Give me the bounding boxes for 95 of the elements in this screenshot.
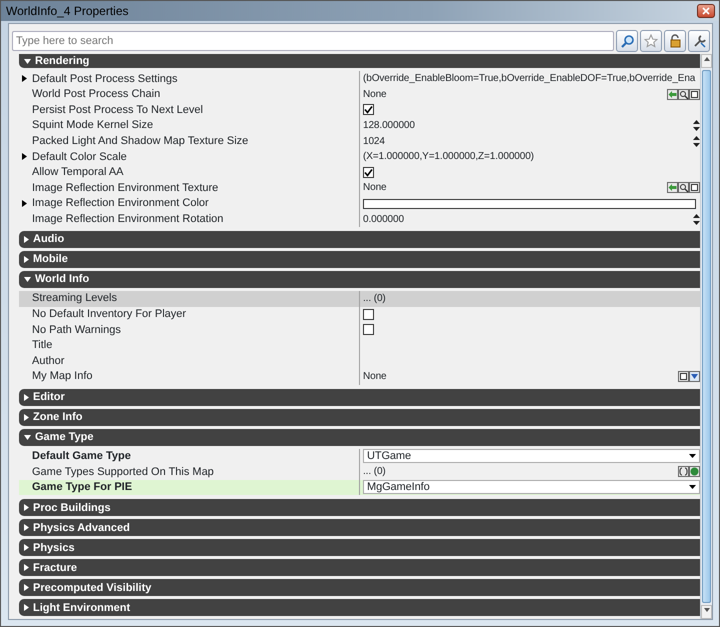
property-name: Image Reflection Environment Color xyxy=(32,196,209,212)
arrow-left-icon[interactable] xyxy=(667,88,678,100)
expand-arrow-icon xyxy=(24,544,29,552)
property-name: Persist Post Process To Next Level xyxy=(32,102,203,118)
add-circle-icon[interactable] xyxy=(689,466,700,478)
settings-button[interactable] xyxy=(688,30,710,52)
clear-square-icon[interactable] xyxy=(689,182,700,194)
section-header[interactable]: Mobile xyxy=(19,250,700,268)
close-button[interactable] xyxy=(697,4,715,18)
section-header[interactable]: Fracture xyxy=(19,559,700,576)
property-value: (bOverride_EnableBloom=True,bOverride_EnableDOF=True,bOverride_Ena xyxy=(363,72,696,86)
check-icon xyxy=(364,168,373,177)
expand-arrow-icon xyxy=(24,236,29,243)
search-icon[interactable] xyxy=(678,182,689,194)
section-header[interactable]: Rendering xyxy=(19,54,700,68)
property-value: None xyxy=(363,181,388,196)
property-value: ... (0) xyxy=(363,465,387,480)
padlock-icon xyxy=(668,34,682,48)
property-name: Author xyxy=(32,354,64,369)
property-name: World Post Process Chain xyxy=(32,87,160,102)
property-row[interactable]: Streaming Levels ... (0) xyxy=(19,290,700,307)
lock-button[interactable] xyxy=(664,30,686,52)
section-header[interactable]: Physics Advanced xyxy=(19,519,700,536)
property-name: No Default Inventory For Player xyxy=(32,307,186,322)
property-value: (X=1.000000,Y=1.000000,Z=1.000000) xyxy=(363,150,535,164)
expand-arrow-icon xyxy=(24,564,29,572)
expand-arrow-icon xyxy=(24,524,29,532)
section-header[interactable]: Precomputed Visibility xyxy=(19,579,700,596)
property-name: Squint Mode Kernel Size xyxy=(32,118,154,134)
property-name: Default Post Process Settings xyxy=(32,72,178,87)
property-name: Allow Temporal AA xyxy=(32,165,124,180)
section-header[interactable]: Proc Buildings xyxy=(19,499,700,516)
property-row[interactable]: Game Type For PIE MgGameInfo xyxy=(19,480,700,496)
checkbox[interactable] xyxy=(363,308,374,320)
section-header[interactable]: World Info xyxy=(19,270,700,288)
property-name: Image Reflection Environment Rotation xyxy=(32,212,224,227)
clear-square-icon[interactable] xyxy=(678,371,689,382)
window-title: WorldInfo_4 Properties xyxy=(6,3,129,20)
dropdown[interactable]: UTGame xyxy=(363,449,700,464)
checkbox[interactable] xyxy=(363,104,374,116)
spinner-arrows-icon[interactable] xyxy=(693,136,700,147)
collapse-arrow-icon xyxy=(24,434,31,440)
property-value: 1024 xyxy=(363,134,386,149)
search-icon xyxy=(620,34,634,48)
search-button[interactable] xyxy=(616,30,638,52)
property-name: Title xyxy=(32,338,52,354)
star-icon xyxy=(644,34,658,48)
close-icon xyxy=(702,7,710,15)
caret-icon xyxy=(689,454,696,458)
section-header[interactable]: Editor xyxy=(19,388,700,406)
collapse-arrow-icon xyxy=(24,58,31,64)
property-name: Packed Light And Shadow Map Texture Size xyxy=(32,134,248,149)
wrench-icon xyxy=(692,34,706,48)
clear-square-icon[interactable] xyxy=(689,88,700,100)
collapse-arrow-icon xyxy=(24,276,31,282)
expand-arrow-icon xyxy=(24,604,29,612)
check-icon xyxy=(364,105,373,114)
arrow-left-icon[interactable] xyxy=(667,182,678,194)
scroll-down-icon xyxy=(704,608,710,612)
section-header[interactable]: Physics xyxy=(19,539,700,556)
scrollbar[interactable] xyxy=(700,54,712,619)
expand-arrow-icon xyxy=(24,504,29,512)
section-header[interactable]: Light Environment xyxy=(19,599,700,616)
checkbox[interactable] xyxy=(363,324,374,336)
color-swatch[interactable] xyxy=(363,198,696,209)
section-header[interactable]: Zone Info xyxy=(19,408,700,426)
spinner-arrows-icon[interactable] xyxy=(693,120,700,132)
section-header[interactable]: Audio xyxy=(19,230,700,248)
expand-arrow-icon xyxy=(24,584,29,592)
search-icon[interactable] xyxy=(678,88,689,100)
property-name: Default Color Scale xyxy=(32,150,127,165)
dropdown[interactable]: MgGameInfo xyxy=(363,480,700,494)
expand-arrow-icon xyxy=(24,256,29,263)
scroll-up-icon xyxy=(704,57,710,62)
property-name: Game Type For PIE xyxy=(32,480,132,496)
expand-arrow-icon xyxy=(24,414,29,420)
dropdown-triangle-icon[interactable] xyxy=(689,371,700,382)
property-value: 0.000000 xyxy=(363,212,405,227)
caret-icon xyxy=(689,485,696,490)
section-header[interactable]: Game Type xyxy=(19,428,700,446)
property-name: Image Reflection Environment Texture xyxy=(32,180,218,196)
checkbox[interactable] xyxy=(363,166,374,178)
property-value: 128.000000 xyxy=(363,119,416,134)
braces-icon[interactable] xyxy=(678,466,689,478)
spinner-arrows-icon[interactable] xyxy=(693,214,700,225)
property-name: My Map Info xyxy=(32,369,93,384)
search-field[interactable]: Type here to search xyxy=(12,31,614,51)
property-value: None xyxy=(363,88,388,102)
property-value: ... (0) xyxy=(363,292,387,306)
property-value: None xyxy=(363,370,388,384)
property-name: Default Game Type xyxy=(32,449,131,464)
property-name: Game Types Supported On This Map xyxy=(32,464,214,480)
expand-arrow-icon xyxy=(24,394,29,400)
property-name: No Path Warnings xyxy=(32,322,121,338)
property-name: Streaming Levels xyxy=(32,291,117,306)
